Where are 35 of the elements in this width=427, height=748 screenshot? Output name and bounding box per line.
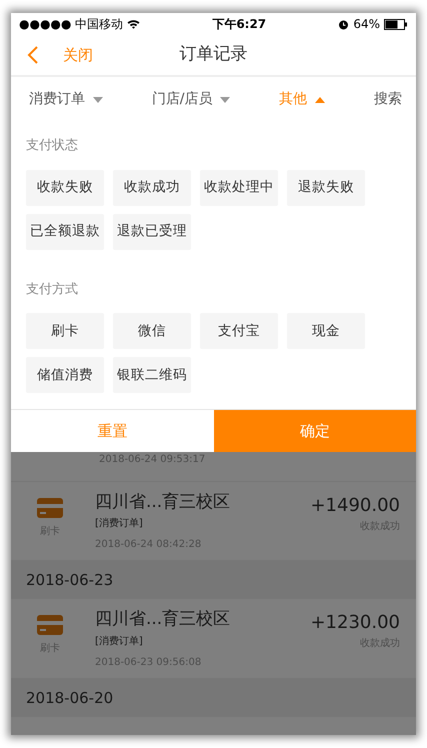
page-title: 订单记录	[180, 43, 248, 66]
filter-option[interactable]: 收款处理中	[200, 170, 278, 206]
date-header: 2018-06-23	[11, 561, 416, 600]
wifi-icon	[127, 19, 140, 29]
filter-option[interactable]: 支付宝	[200, 313, 278, 349]
order-amount: +1230.00	[310, 611, 400, 636]
order-title: 四川省...育三校区	[95, 609, 232, 630]
filter-option[interactable]: 退款已受理	[113, 214, 191, 250]
filter-tab[interactable]: 搜索	[374, 89, 402, 110]
filter-option[interactable]: 退款失败	[287, 170, 365, 206]
battery-icon	[384, 18, 408, 30]
filter-option[interactable]: 刷卡	[26, 313, 104, 349]
alarm-icon	[338, 18, 350, 30]
order-type: [消费订单]	[95, 634, 144, 649]
filter-option[interactable]: 储值消费	[26, 357, 104, 393]
filter-option[interactable]: 现金	[287, 313, 365, 349]
card-icon	[37, 498, 63, 518]
card-icon	[37, 615, 63, 636]
status-time: 下午6:27	[212, 16, 266, 33]
section-title: 支付状态	[26, 137, 79, 155]
order-amount: +1490.00	[310, 494, 400, 518]
filter-option[interactable]: 收款成功	[113, 170, 191, 206]
filter-option[interactable]: 微信	[113, 313, 191, 349]
order-title: 四川省...育三校区	[95, 492, 232, 512]
back-button[interactable]	[27, 45, 39, 65]
filter-tab[interactable]: 门店/店员	[152, 89, 230, 110]
filter-option[interactable]: 已全额退款	[26, 214, 104, 250]
filter-tab[interactable]: 消费订单	[29, 89, 103, 110]
date-header: 2018-06-20	[11, 678, 416, 717]
filter-option[interactable]: 收款失败	[26, 170, 104, 206]
order-type: [消费订单]	[95, 516, 144, 532]
battery-percent: 64%	[353, 16, 380, 33]
carrier-name: ●●●●● 中国移动	[19, 16, 124, 33]
filter-option[interactable]: 银联二维码	[113, 357, 191, 393]
section-title: 支付方式	[26, 280, 79, 298]
